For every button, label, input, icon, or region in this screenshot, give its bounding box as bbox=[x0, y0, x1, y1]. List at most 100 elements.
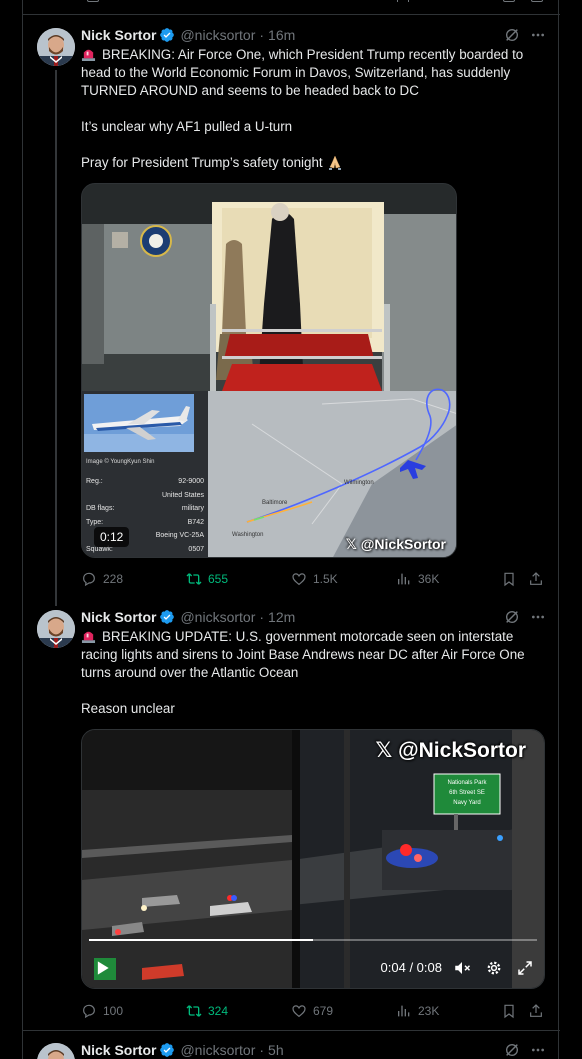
reply-button[interactable]: 100 bbox=[81, 1001, 123, 1021]
share-button[interactable] bbox=[528, 1001, 544, 1021]
views-button[interactable]: 36K bbox=[396, 569, 439, 589]
video-duration: 0:12 bbox=[94, 527, 130, 547]
views-count: 23K bbox=[418, 1004, 440, 1018]
reply-button[interactable]: 228 bbox=[81, 569, 123, 589]
author-name[interactable]: Nick Sortor bbox=[81, 27, 156, 43]
reply-icon bbox=[83, 1004, 95, 1019]
media-photo-credit: Image © YoungKyun Shin bbox=[86, 459, 155, 465]
info-value: United States bbox=[161, 491, 204, 499]
verified-badge-icon[interactable] bbox=[159, 609, 175, 625]
avatar-photo bbox=[37, 28, 75, 66]
reply-count: 228 bbox=[103, 572, 124, 586]
repost-icon bbox=[186, 573, 202, 585]
tweet-header: Nick Sortor @nicksortor · 5h bbox=[81, 1040, 284, 1059]
map-label: Wilmington bbox=[344, 480, 374, 486]
avatar-photo bbox=[37, 610, 75, 648]
repost-button[interactable]: 324 bbox=[186, 1001, 228, 1021]
timeline-column: Nick Sortor @nicksortor · 16m BREAKING: … bbox=[22, 0, 560, 1059]
bookmark-button[interactable] bbox=[501, 569, 517, 589]
heart-icon bbox=[292, 573, 306, 586]
share-button[interactable] bbox=[528, 569, 544, 589]
like-button[interactable]: 1.5K bbox=[291, 569, 338, 589]
repost-count: 655 bbox=[208, 572, 229, 586]
tweet-timestamp[interactable]: 16m bbox=[268, 27, 295, 43]
fullscreen-icon[interactable] bbox=[516, 959, 534, 977]
verified-badge-icon[interactable] bbox=[159, 27, 175, 43]
reply-count: 100 bbox=[103, 1004, 124, 1018]
video-progress-track[interactable] bbox=[89, 939, 537, 941]
video-watermark: 𝕏 @NickSortor bbox=[375, 739, 526, 762]
tweet-video[interactable]: Nationals Park 6th Street SE Navy Yard 𝕏… bbox=[81, 729, 545, 989]
tweet-video[interactable]: Image © YoungKyun Shin Reg.: 92-9000 Unit… bbox=[81, 183, 457, 558]
map-label: Baltimore bbox=[262, 500, 288, 506]
views-icon bbox=[398, 573, 410, 585]
grok-icon[interactable] bbox=[504, 1042, 520, 1058]
tweet[interactable]: Nick Sortor @nicksortor · 12m BREAKING U… bbox=[23, 598, 560, 1030]
tweet-text: BREAKING: Air Force One, which President… bbox=[81, 46, 546, 172]
avatar[interactable] bbox=[37, 28, 75, 66]
share-icon bbox=[530, 1004, 542, 1017]
bookmark-icon[interactable] bbox=[503, 0, 515, 2]
author-handle[interactable]: @nicksortor bbox=[180, 609, 255, 625]
avatar[interactable] bbox=[37, 1043, 75, 1059]
grok-icon[interactable] bbox=[504, 609, 520, 625]
author-name[interactable]: Nick Sortor bbox=[81, 609, 156, 625]
video-controls: 0:04 / 0:08 bbox=[82, 928, 544, 988]
separator-dot: · bbox=[259, 609, 265, 625]
tweet-header-actions bbox=[504, 27, 546, 43]
tweet[interactable]: Nick Sortor @nicksortor · 5h bbox=[23, 1031, 560, 1059]
verified-badge-icon[interactable] bbox=[159, 1042, 175, 1058]
highway-sign: Nationals Park 6th Street SE Navy Yard bbox=[434, 774, 500, 814]
previous-tweet-actions bbox=[23, 0, 560, 15]
map-label: Washington bbox=[232, 532, 264, 538]
bookmark-icon bbox=[504, 572, 514, 587]
grok-icon[interactable] bbox=[504, 27, 520, 43]
views-icon bbox=[398, 1005, 410, 1017]
info-label: DB flags: bbox=[86, 505, 115, 512]
bookmark-icon bbox=[504, 1004, 514, 1019]
info-value: military bbox=[181, 505, 204, 512]
reply-icon[interactable] bbox=[87, 0, 99, 2]
views-icon[interactable] bbox=[397, 0, 409, 2]
praying-hands-emoji-icon bbox=[328, 155, 341, 170]
tweet-timestamp[interactable]: 12m bbox=[268, 609, 295, 625]
share-icon bbox=[530, 572, 542, 585]
video-watermark: 𝕏 @NickSortor bbox=[345, 536, 446, 552]
heart-icon bbox=[292, 1005, 306, 1018]
tweet-timestamp[interactable]: 5h bbox=[268, 1042, 284, 1058]
separator-dot: · bbox=[259, 1042, 265, 1058]
more-options-icon[interactable] bbox=[530, 1042, 546, 1058]
tweet-header-actions bbox=[504, 1042, 546, 1058]
tweet-text-paragraph: It’s unclear why AF1 pulled a U-turn bbox=[81, 119, 293, 134]
avatar[interactable] bbox=[37, 610, 75, 648]
tweet-text-paragraph: BREAKING: Air Force One, which President… bbox=[81, 47, 524, 98]
author-handle[interactable]: @nicksortor bbox=[180, 1042, 255, 1058]
tweet-text-paragraph: Reason unclear bbox=[81, 701, 175, 716]
like-count: 679 bbox=[313, 1004, 334, 1018]
author-handle[interactable]: @nicksortor bbox=[180, 27, 255, 43]
sign-line: Navy Yard bbox=[453, 800, 481, 806]
share-icon[interactable] bbox=[531, 0, 543, 2]
sign-line: Nationals Park bbox=[447, 780, 487, 786]
tweet-header: Nick Sortor @nicksortor · 16m bbox=[81, 25, 295, 45]
info-value: 0507 bbox=[188, 545, 204, 553]
more-options-icon[interactable] bbox=[530, 609, 546, 625]
tweet-header: Nick Sortor @nicksortor · 12m bbox=[81, 607, 295, 627]
repost-button[interactable]: 655 bbox=[186, 569, 228, 589]
bookmark-button[interactable] bbox=[501, 1001, 517, 1021]
info-label: Reg.: bbox=[86, 478, 103, 485]
mute-icon[interactable] bbox=[453, 959, 471, 977]
tweet[interactable]: Nick Sortor @nicksortor · 16m BREAKING: … bbox=[23, 16, 560, 606]
tweet-text: BREAKING UPDATE: U.S. government motorca… bbox=[81, 628, 546, 718]
more-options-icon[interactable] bbox=[530, 27, 546, 43]
author-name[interactable]: Nick Sortor bbox=[81, 1042, 156, 1058]
video-time: 0:04 / 0:08 bbox=[380, 960, 442, 975]
like-button[interactable]: 679 bbox=[291, 1001, 333, 1021]
play-icon[interactable] bbox=[92, 958, 112, 978]
siren-emoji-icon bbox=[81, 631, 96, 643]
siren-emoji-icon bbox=[81, 49, 96, 61]
views-button[interactable]: 23K bbox=[396, 1001, 439, 1021]
thread-line bbox=[55, 70, 57, 606]
sign-line: 6th Street SE bbox=[449, 790, 485, 796]
settings-gear-icon[interactable] bbox=[485, 959, 503, 977]
